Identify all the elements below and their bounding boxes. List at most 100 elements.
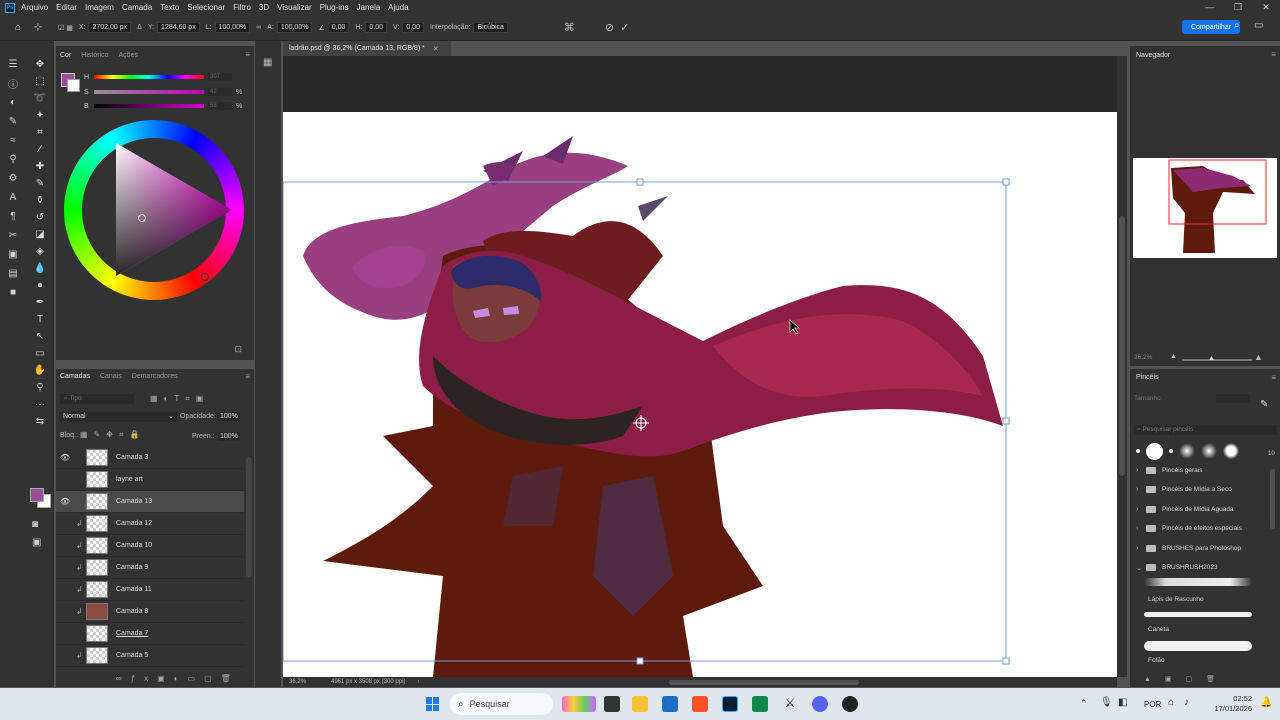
grid-panel-icon[interactable]: ▦ bbox=[263, 57, 272, 68]
screen-mode-icon[interactable]: ▣ bbox=[32, 537, 41, 548]
rectangle-tool-icon[interactable]: ▭ bbox=[30, 345, 50, 362]
shapes-icon[interactable]: ■ bbox=[4, 283, 22, 302]
brush-tool-icon[interactable]: ✎ bbox=[30, 175, 50, 192]
hskew-field[interactable]: H: 0,00 bbox=[355, 22, 387, 33]
store-icon[interactable] bbox=[662, 696, 678, 712]
layer-row[interactable]: Camada 7 bbox=[56, 623, 244, 645]
s-slider[interactable]: S 42 % bbox=[84, 87, 242, 97]
w-field[interactable]: L: 100,00% bbox=[206, 22, 251, 33]
brush-settings-icon[interactable]: ≈ bbox=[4, 131, 22, 150]
brush-stroke-preview-1[interactable] bbox=[1144, 578, 1252, 586]
layer-row[interactable]: ↲ Camada 10 bbox=[56, 535, 244, 557]
microphone-icon[interactable]: 🎙 bbox=[1100, 697, 1113, 708]
minimize-button[interactable]: — bbox=[1196, 0, 1224, 15]
h-track[interactable] bbox=[94, 75, 204, 79]
warp-icon[interactable]: ⌘ bbox=[564, 21, 575, 34]
more-tools-icon[interactable]: ··· bbox=[30, 396, 50, 413]
brush-preset-1[interactable] bbox=[1136, 449, 1140, 453]
eyedropper-tool-icon[interactable]: ⁄ bbox=[30, 141, 50, 158]
layers-menu-icon[interactable]: ≡ bbox=[245, 372, 250, 381]
h-value[interactable]: 307 bbox=[208, 73, 232, 81]
layer-row[interactable]: 👁 Camada 3 bbox=[56, 447, 244, 469]
magic-wand-tool-icon[interactable]: ✦ bbox=[30, 107, 50, 124]
paragraph-icon[interactable]: ¶ bbox=[4, 207, 22, 226]
home-icon[interactable]: ⌂ bbox=[8, 19, 28, 36]
layer-row[interactable]: ↲ Camada 11 bbox=[56, 579, 244, 601]
maximize-button[interactable]: ❐ bbox=[1224, 0, 1252, 15]
menu-3d[interactable]: 3D bbox=[259, 3, 269, 12]
layer-name[interactable]: Camada 13 bbox=[116, 498, 152, 505]
close-window-button[interactable]: ✕ bbox=[1252, 0, 1280, 15]
layer-thumbnail[interactable] bbox=[86, 603, 108, 620]
layer-thumbnail[interactable] bbox=[86, 515, 108, 532]
lasso-tool-icon[interactable]: ➰ bbox=[30, 90, 50, 107]
angle-input[interactable]: 0,00 bbox=[327, 22, 350, 33]
y-input[interactable]: 1284,60 px bbox=[157, 22, 200, 33]
menu-ajuda[interactable]: Ajuda bbox=[388, 3, 408, 12]
brush-preset-5[interactable] bbox=[1201, 443, 1217, 459]
zoom-out-icon[interactable]: ▲ bbox=[1170, 353, 1177, 360]
reference-point-toggle[interactable]: ☑ ▦ bbox=[58, 24, 73, 32]
move-tool-icon[interactable]: ✥ bbox=[30, 56, 50, 73]
status-chevron-icon[interactable]: › bbox=[417, 679, 419, 685]
layer-thumbnail[interactable] bbox=[86, 471, 108, 488]
adjustments-icon[interactable]: ⚙ bbox=[4, 169, 22, 188]
workspace-icon[interactable]: ▭ bbox=[1254, 20, 1263, 31]
b-slider[interactable]: B 58 % bbox=[84, 101, 242, 111]
h-input[interactable]: 100,00% bbox=[276, 22, 313, 33]
zoom-in-icon[interactable]: ▲ bbox=[1254, 352, 1263, 362]
patterns-icon[interactable]: ▤ bbox=[4, 264, 22, 283]
brush-preset-6[interactable] bbox=[1223, 443, 1239, 459]
brush-size-input[interactable] bbox=[1216, 394, 1250, 403]
healing-brush-tool-icon[interactable]: ✚ bbox=[30, 158, 50, 175]
brushes-title[interactable]: Pincéis bbox=[1136, 374, 1159, 381]
quick-mask-icon[interactable]: ◙ bbox=[32, 519, 38, 530]
navigator-zoom-slider[interactable] bbox=[1182, 359, 1252, 361]
layer-thumbnail[interactable] bbox=[86, 493, 108, 510]
brush-folder[interactable]: › Pincéis de Mídia Aguada bbox=[1136, 500, 1271, 518]
brush-preset-3[interactable] bbox=[1169, 449, 1173, 453]
character-icon[interactable]: A bbox=[4, 188, 22, 207]
hskew-input[interactable]: 0,00 bbox=[365, 22, 387, 33]
libraries-icon[interactable]: ☰ bbox=[4, 55, 22, 74]
artwork-canvas[interactable] bbox=[283, 56, 1117, 677]
folder-chevron-icon[interactable]: › bbox=[1136, 545, 1146, 552]
navigator-zoom-handle[interactable]: ▲ bbox=[1208, 355, 1215, 362]
brush-name-1[interactable]: Lápis de Rascunho bbox=[1148, 596, 1204, 603]
tab-camadas[interactable]: Camadas bbox=[60, 373, 90, 380]
brush-folder[interactable]: › Pincéis gerais bbox=[1136, 461, 1271, 479]
swatches-icon[interactable]: ◐ bbox=[4, 93, 22, 112]
layer-name[interactable]: Camada 12 bbox=[116, 520, 152, 527]
layer-thumbnail[interactable] bbox=[86, 647, 108, 664]
vskew-field[interactable]: V: 0,00 bbox=[393, 22, 424, 33]
brush-stroke-preview-3[interactable] bbox=[1144, 641, 1252, 651]
layer-name[interactable]: Camada 3 bbox=[116, 454, 148, 461]
menu-imagem[interactable]: Imagem bbox=[85, 3, 114, 12]
b-track[interactable] bbox=[94, 104, 204, 108]
zoom-tool-icon[interactable]: ⚲ bbox=[30, 379, 50, 396]
w-input[interactable]: 100,00% bbox=[214, 22, 251, 33]
blend-mode-select[interactable]: Normal ⌄ bbox=[60, 412, 177, 422]
y-field[interactable]: Y: 1284,60 px bbox=[148, 22, 200, 33]
recent-brush-presets[interactable] bbox=[1136, 441, 1276, 461]
layer-row[interactable]: ↲ Camada 8 bbox=[56, 601, 244, 623]
panel-menu-icon[interactable]: ≡ bbox=[245, 50, 250, 59]
layers-scrollbar[interactable] bbox=[246, 457, 252, 577]
canvas-area[interactable] bbox=[283, 56, 1117, 677]
folder-chevron-icon[interactable]: › bbox=[1136, 486, 1146, 493]
folder-chevron-icon[interactable]: › bbox=[1136, 467, 1146, 474]
document-tab[interactable]: ladrão.psd @ 36,2% (Camada 13, RGB/8) * … bbox=[283, 41, 451, 56]
brushes-menu-icon[interactable]: ≡ bbox=[1271, 373, 1276, 382]
layer-thumbnail[interactable] bbox=[86, 581, 108, 598]
color-wheel[interactable] bbox=[62, 118, 246, 302]
tab-historico[interactable]: Histórico bbox=[81, 52, 108, 59]
layer-filter-input[interactable]: ⌕ Tipo bbox=[60, 394, 134, 404]
layer-name[interactable]: layne art bbox=[116, 476, 143, 483]
layer-name[interactable]: Camada 11 bbox=[116, 586, 152, 593]
navigator-thumbnail[interactable] bbox=[1133, 158, 1277, 258]
brave-browser-icon[interactable] bbox=[692, 696, 708, 712]
layer-visibility-icon[interactable]: 👁 bbox=[60, 453, 72, 462]
opacity-input[interactable]: 100% bbox=[218, 412, 240, 421]
layer-thumbnail[interactable] bbox=[86, 559, 108, 576]
language-indicator[interactable]: POR bbox=[1144, 700, 1161, 709]
